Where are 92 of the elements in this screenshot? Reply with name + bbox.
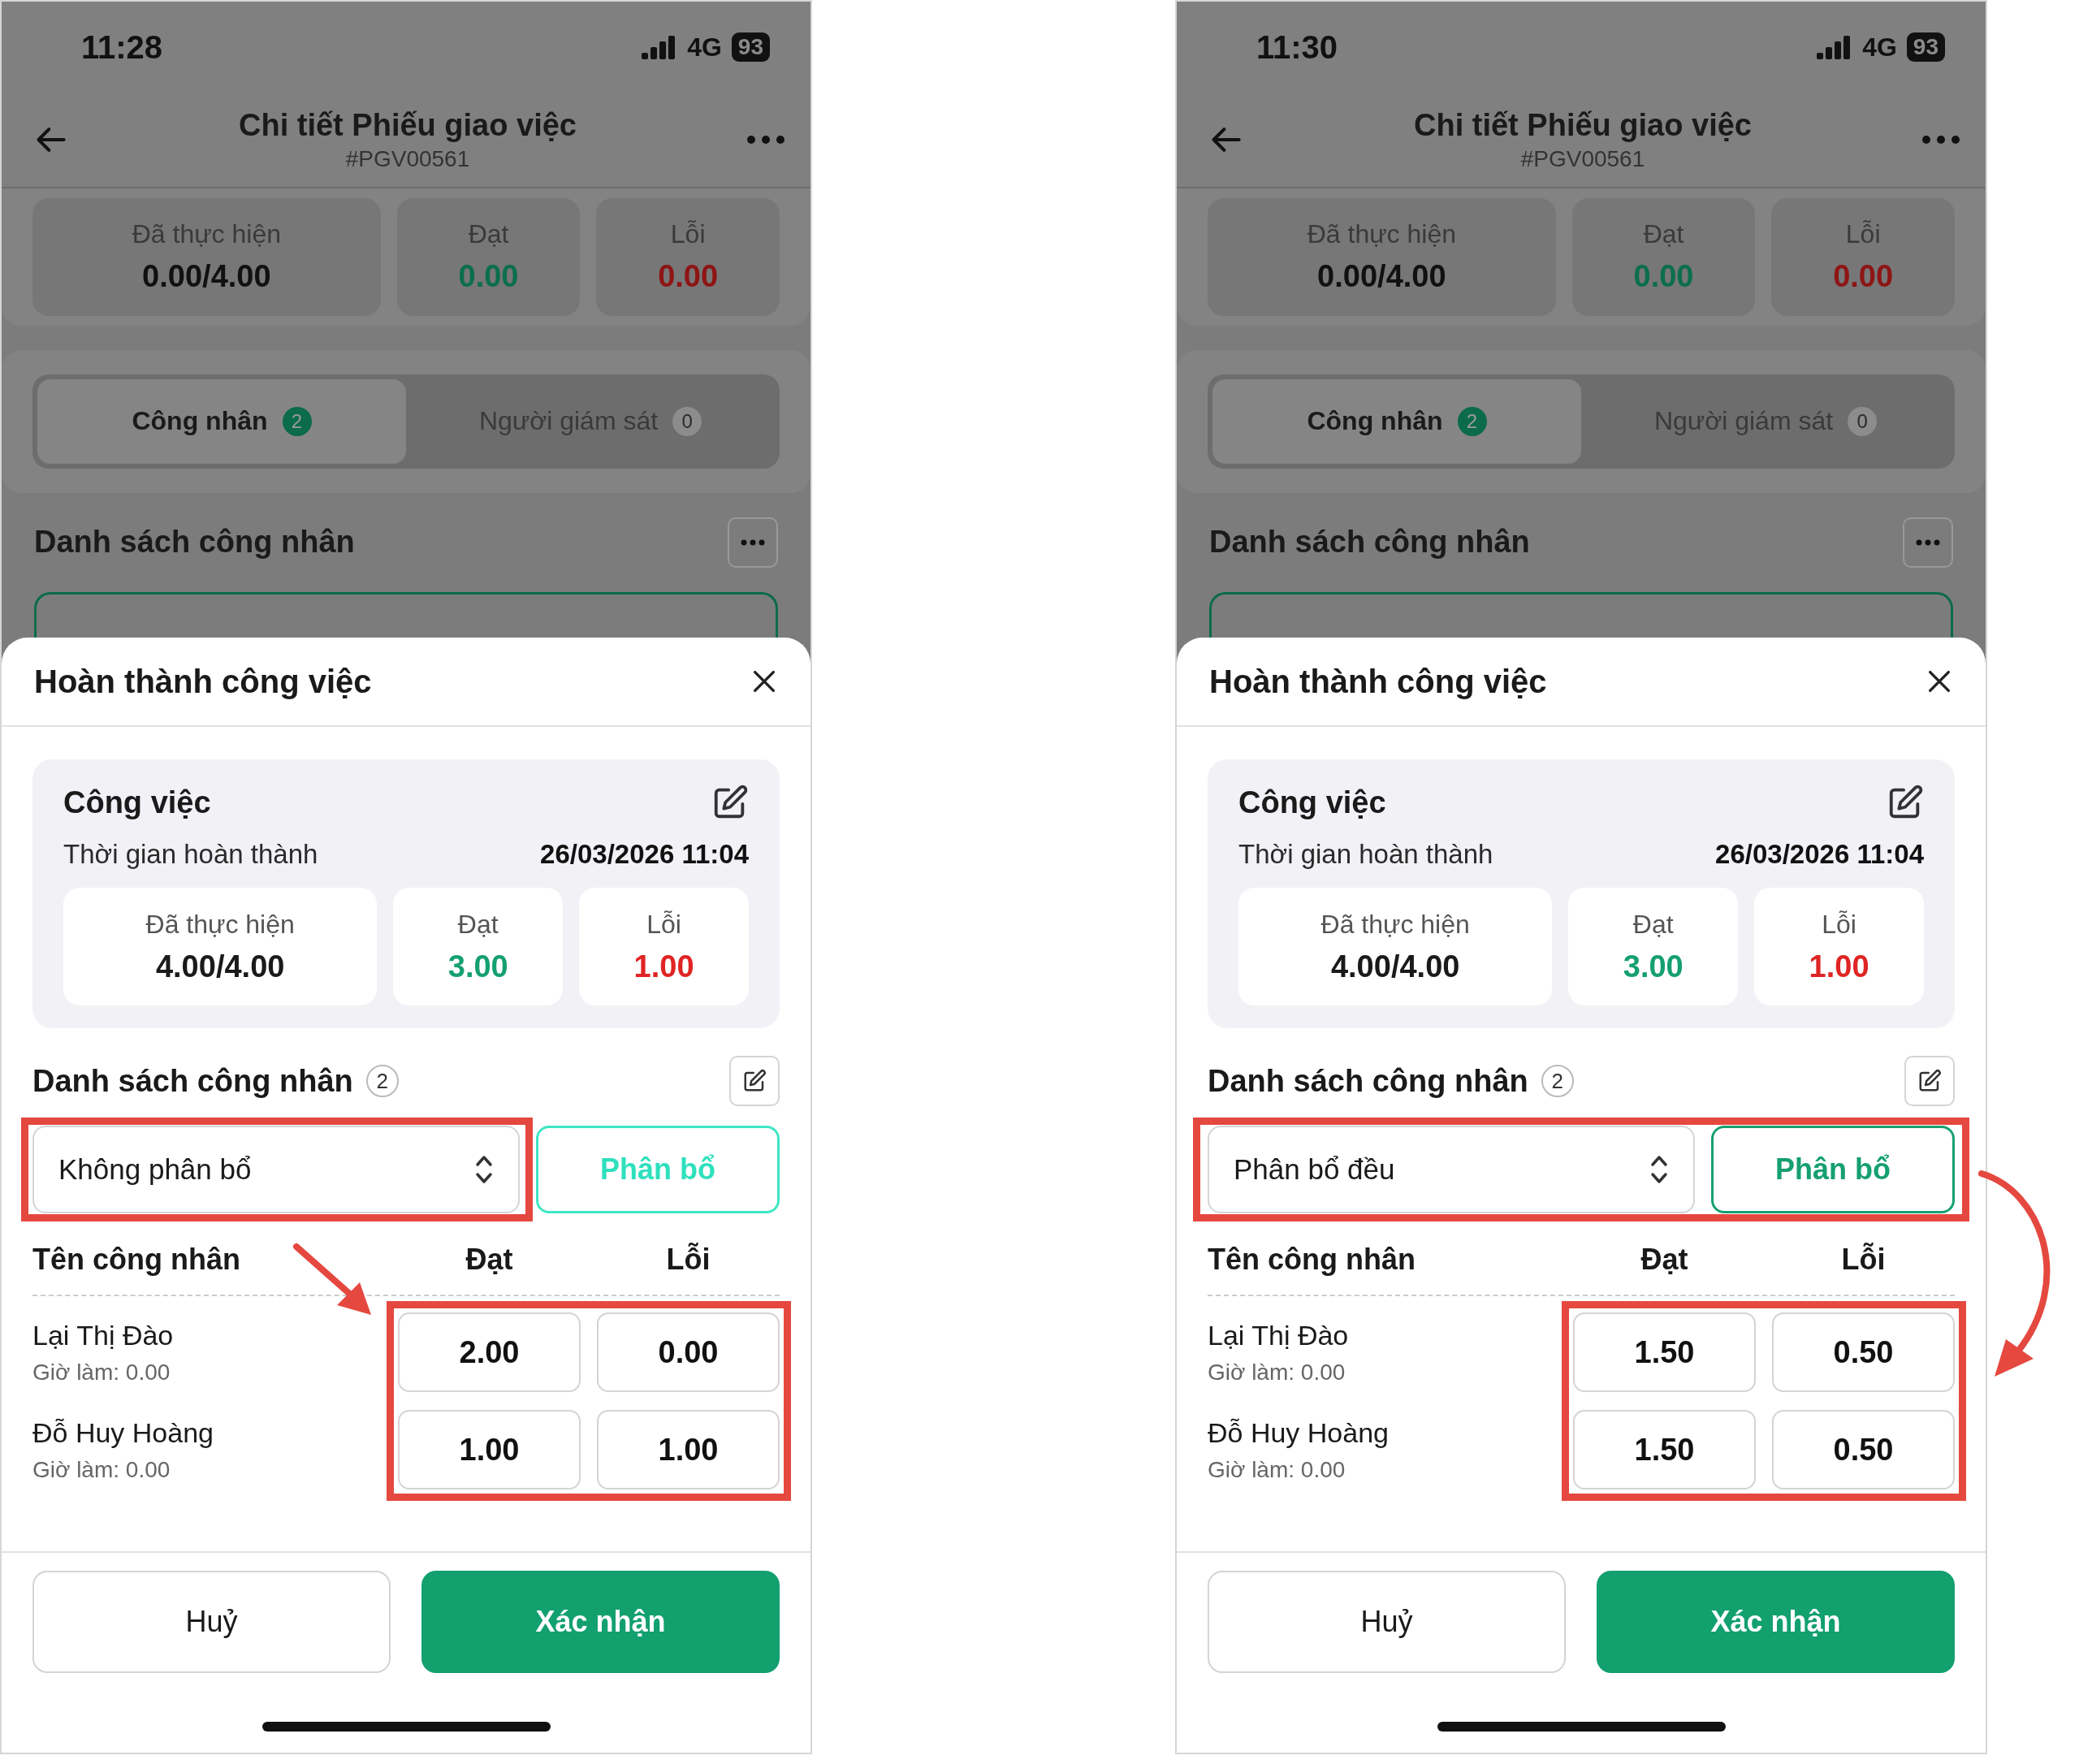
edit-icon — [742, 1069, 767, 1093]
stat-label: Đã thực hiện — [1307, 219, 1456, 250]
network-label: 4G — [1862, 32, 1897, 63]
stat-label: Đã thực hiện — [1320, 909, 1470, 940]
card-title: Công việc — [1238, 785, 1386, 820]
more-icon[interactable] — [746, 134, 786, 145]
stat-label: Đạt — [1632, 909, 1674, 940]
more-icon[interactable] — [1921, 134, 1961, 145]
stat-value: 3.00 — [1623, 949, 1684, 984]
stat-value: 0.00 — [658, 259, 719, 295]
chevron-up-down-icon — [474, 1153, 494, 1186]
count-badge: 0 — [672, 406, 702, 436]
section-title: Danh sách công nhân — [1209, 525, 1530, 560]
edit-button[interactable] — [1904, 1056, 1955, 1106]
stat-value: 4.00/4.00 — [1330, 949, 1460, 984]
time-label: Thời gian hoàn thành — [1238, 839, 1493, 870]
ticket-code: #PGV00561 — [345, 145, 470, 172]
cancel-button[interactable]: Huỷ — [1208, 1571, 1566, 1673]
pass-input[interactable]: 1.00 — [398, 1410, 581, 1489]
network-label: 4G — [687, 32, 722, 63]
count-badge: 2 — [365, 1065, 399, 1097]
more-button[interactable] — [1903, 517, 1953, 568]
fail-input[interactable]: 0.50 — [1772, 1312, 1955, 1392]
edit-button[interactable] — [729, 1056, 780, 1106]
fail-input[interactable]: 0.50 — [1772, 1410, 1955, 1489]
worker-name: Lại Thị Đào — [32, 1319, 175, 1351]
stat-label: Đã thực hiện — [145, 909, 295, 940]
worker-name: Đỗ Huy Hoàng — [32, 1416, 214, 1449]
fail-input[interactable]: 1.00 — [597, 1410, 780, 1489]
section-title: Danh sách công nhân — [1208, 1063, 1528, 1099]
tab[interactable]: Công nhân 2 — [37, 378, 406, 464]
stat-value: 0.00/4.00 — [1317, 259, 1446, 295]
more-icon — [1916, 538, 1940, 546]
worker-hours: Giờ làm: 0.00 — [32, 1359, 171, 1386]
worker-hours: Giờ làm: 0.00 — [1208, 1456, 1346, 1483]
column-header: Lỗi — [1840, 1243, 1887, 1278]
stat-label: Lỗi — [670, 219, 706, 250]
stat-label: Đạt — [457, 909, 499, 940]
stat-label: Đạt — [468, 219, 509, 250]
stat-label: Đã thực hiện — [132, 219, 281, 250]
count-badge: 2 — [1541, 1065, 1574, 1097]
column-header: Tên công nhân — [32, 1243, 240, 1278]
worker-hours: Giờ làm: 0.00 — [1208, 1359, 1346, 1386]
edit-icon — [1917, 1069, 1942, 1093]
stat-value: 0.00 — [458, 259, 519, 295]
section-title: Danh sách công nhân — [34, 525, 355, 560]
allocation-select[interactable]: Phân bổ đều — [1208, 1126, 1695, 1213]
stat-value: 0.00 — [1633, 259, 1694, 295]
time-label: Thời gian hoàn thành — [63, 839, 318, 870]
count-badge: 2 — [282, 406, 312, 436]
chevron-up-down-icon — [1649, 1153, 1669, 1186]
time-value: 26/03/2026 11:04 — [540, 839, 749, 870]
pass-input[interactable]: 2.00 — [398, 1312, 581, 1392]
stat-value: 0.00 — [1833, 259, 1894, 295]
tab[interactable]: Công nhân 2 — [1212, 378, 1581, 464]
stat-value: 3.00 — [447, 949, 508, 984]
worker-name: Lại Thị Đào — [1208, 1319, 1350, 1351]
battery-level: 93 — [731, 32, 770, 63]
worker-hours: Giờ làm: 0.00 — [32, 1456, 171, 1483]
fail-input[interactable]: 0.00 — [597, 1312, 780, 1392]
time-value: 26/03/2026 11:04 — [1715, 839, 1924, 870]
stat-value: 4.00/4.00 — [155, 949, 285, 984]
stat-label: Lỗi — [1822, 909, 1856, 940]
ticket-code: #PGV00561 — [1520, 145, 1645, 172]
sheet-title: Hoàn thành công việc — [34, 663, 372, 700]
battery-level: 93 — [1906, 32, 1945, 63]
stat-value: 0.00/4.00 — [142, 259, 271, 295]
stat-label: Đạt — [1643, 219, 1684, 250]
stat-label: Lỗi — [646, 909, 681, 940]
stat-value: 1.00 — [1809, 949, 1869, 984]
cancel-button[interactable]: Huỷ — [32, 1571, 391, 1673]
allocation-select[interactable]: Không phân bổ — [32, 1126, 520, 1213]
stat-label: Lỗi — [1845, 219, 1881, 250]
count-badge: 2 — [1457, 406, 1487, 436]
column-header: Đạt — [465, 1243, 514, 1278]
pass-input[interactable]: 1.50 — [1573, 1410, 1756, 1489]
pass-input[interactable]: 1.50 — [1573, 1312, 1756, 1392]
more-icon — [741, 538, 765, 546]
column-header: Đạt — [1640, 1243, 1689, 1278]
status-time: 11:28 — [81, 28, 163, 66]
screen-title: Chi tiết Phiếu giao việc — [239, 107, 577, 143]
column-header: Tên công nhân — [1208, 1243, 1416, 1278]
section-title: Danh sách công nhân — [32, 1063, 353, 1099]
worker-name: Đỗ Huy Hoàng — [1208, 1416, 1390, 1449]
sheet-title: Hoàn thành công việc — [1209, 663, 1547, 700]
column-header: Lỗi — [665, 1243, 711, 1278]
status-time: 11:30 — [1256, 28, 1338, 66]
screen-title: Chi tiết Phiếu giao việc — [1414, 107, 1752, 143]
more-button[interactable] — [728, 517, 778, 568]
count-badge: 0 — [1848, 406, 1878, 436]
stat-value: 1.00 — [633, 949, 694, 984]
card-title: Công việc — [63, 785, 211, 820]
